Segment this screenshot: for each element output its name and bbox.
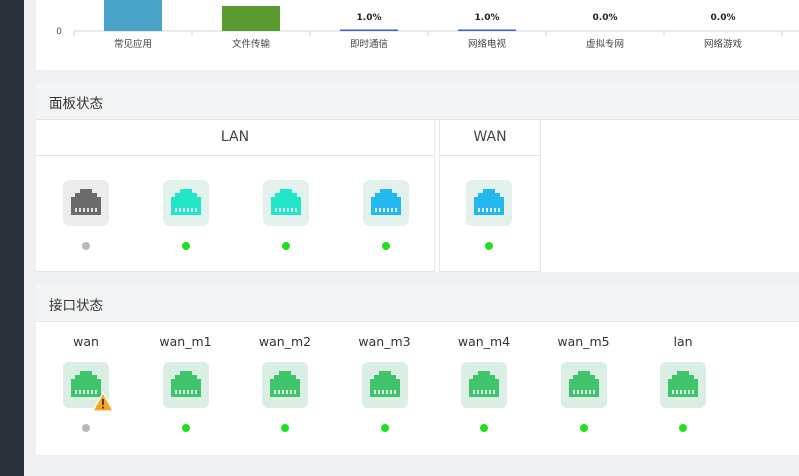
interface-label: wan: [73, 334, 99, 349]
left-sidebar-rail: [0, 0, 24, 476]
traffic-bar-chart: 0 常见应用 文件传输 即时通信 1.0% 网络电视 1.0% 虚拟专网 0.0% 网络游戏 0.0…: [56, 0, 799, 50]
wan-group-title: WAN: [440, 120, 540, 156]
link-status-dot: [380, 424, 389, 432]
interface-label: wan_m2: [258, 334, 312, 349]
panel-status-header: 面板状态: [36, 83, 799, 120]
ethernet-port-icon: [371, 189, 401, 215]
lan-group: LAN: [36, 120, 435, 272]
link-status-dot: [480, 424, 488, 432]
wan-port-1[interactable]: [466, 180, 512, 226]
interface-wan_m3[interactable]: [361, 362, 408, 408]
ethernet-port-icon: [568, 371, 599, 397]
interface-status-card: 接口状态 wan wan_m1 wan_m2 wan_m3 wan_m4 wan_m5 la…: [36, 285, 799, 455]
lan-port-3[interactable]: [263, 180, 309, 226]
y-tick-label: 0: [56, 27, 62, 37]
lan-port-2[interactable]: [163, 180, 209, 226]
bar-0: [104, 0, 162, 31]
interface-status-header: 接口状态: [36, 285, 799, 322]
x-tick-label: 网络电视: [468, 38, 507, 50]
interface-lan[interactable]: [660, 362, 706, 408]
interface-status-title: 接口状态: [49, 298, 103, 314]
traffic-chart-card: 0 常见应用 文件传输 即时通信 1.0% 网络电视 1.0% 虚拟专网 0.0% 网络游戏 0.0…: [36, 0, 799, 70]
link-status-dot: [82, 424, 90, 432]
interface-wan[interactable]: [63, 362, 114, 412]
interface-wan_m4[interactable]: [461, 362, 507, 408]
ethernet-port-icon: [668, 371, 698, 397]
link-status-dot: [281, 424, 289, 432]
bar-value-label: 0.0%: [711, 13, 736, 23]
x-tick-label: 常见应用: [114, 38, 152, 50]
link-status-dot: [282, 242, 290, 250]
interface-wan_m5[interactable]: [560, 362, 607, 408]
interface-wan_m1[interactable]: [162, 362, 209, 408]
x-tick-label: 即时通信: [350, 38, 388, 50]
link-status-dot: [182, 242, 190, 250]
wan-group: WAN: [439, 120, 541, 272]
link-status-dot: [82, 242, 90, 250]
interface-label: lan: [673, 334, 693, 349]
ethernet-port-icon: [71, 189, 101, 215]
interface-label: wan_m4: [457, 334, 511, 349]
bar-2: [340, 29, 398, 31]
ethernet-port-icon: [369, 371, 400, 397]
ethernet-port-icon: [270, 371, 300, 397]
link-status-dot: [579, 424, 588, 432]
ethernet-port-icon: [271, 189, 301, 215]
lan-group-title: LAN: [36, 120, 434, 156]
bar-value-label: 0.0%: [593, 13, 618, 23]
x-tick-label: 文件传输: [232, 38, 271, 50]
link-status-dot: [679, 424, 687, 432]
lan-port-1[interactable]: [63, 180, 109, 226]
bar-value-label: 1.0%: [475, 13, 500, 23]
ethernet-port-icon: [171, 189, 201, 215]
x-tick-label: 网络游戏: [704, 38, 743, 50]
bar-3: [458, 29, 516, 31]
interface-label: wan_m3: [358, 334, 411, 349]
panel-status-title: 面板状态: [49, 96, 103, 112]
interface-label: wan_m1: [159, 334, 212, 349]
link-status-dot: [382, 242, 390, 250]
lan-port-4[interactable]: [363, 180, 409, 226]
interface-label: wan_m5: [557, 334, 610, 349]
ethernet-port-icon: [469, 371, 499, 397]
bar-1: [222, 6, 280, 31]
ethernet-port-icon: [474, 189, 504, 215]
link-status-dot: [485, 242, 493, 250]
interface-wan_m2[interactable]: [262, 362, 308, 408]
link-status-dot: [181, 424, 190, 432]
ethernet-port-icon: [170, 371, 201, 397]
bar-value-label: 1.0%: [357, 13, 382, 23]
panel-status-card: 面板状态 LAN WAN: [36, 83, 799, 272]
x-tick-label: 虚拟专网: [586, 38, 624, 50]
